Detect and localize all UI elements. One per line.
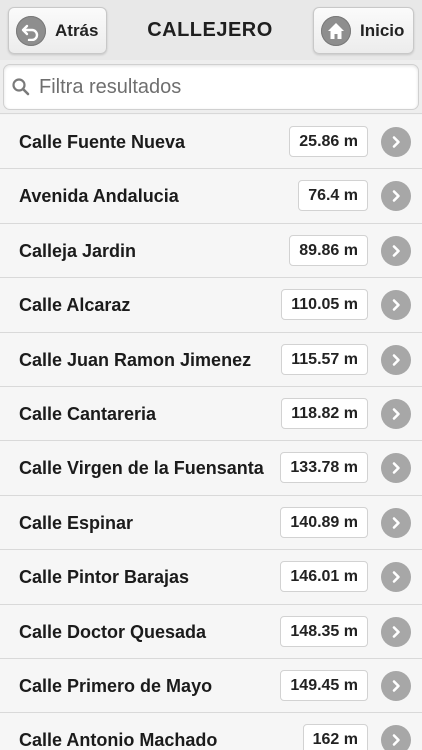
- list-item[interactable]: Calle Pintor Barajas 146.01 m: [0, 550, 422, 605]
- list-item[interactable]: Calle Antonio Machado 162 m: [0, 713, 422, 750]
- street-name: Calle Virgen de la Fuensanta: [19, 458, 264, 479]
- chevron-right-icon[interactable]: [381, 181, 411, 212]
- chevron-right-icon[interactable]: [381, 235, 411, 266]
- back-arrow-icon: [16, 15, 46, 46]
- page-title: CALLEJERO: [147, 19, 273, 41]
- top-bar: Atrás CALLEJERO Inicio: [0, 0, 422, 60]
- list-item[interactable]: Calle Doctor Quesada 148.35 m: [0, 604, 422, 659]
- chevron-right-icon[interactable]: [381, 127, 411, 157]
- home-button[interactable]: Inicio: [313, 7, 414, 54]
- list-item[interactable]: Calle Juan Ramon Jimenez 115.57 m: [0, 332, 422, 387]
- list-item[interactable]: Calle Alcaraz 110.05 m: [0, 278, 422, 333]
- chevron-right-icon[interactable]: [381, 507, 411, 538]
- chevron-right-icon[interactable]: [381, 616, 411, 647]
- list-item[interactable]: Calle Fuente Nueva 25.86 m: [0, 115, 422, 170]
- list-item[interactable]: Calle Espinar 140.89 m: [0, 495, 422, 551]
- street-name: Calle Alcaraz: [19, 295, 131, 316]
- distance-badge: 115.57 m: [281, 343, 368, 375]
- distance-badge: 140.89 m: [280, 506, 368, 538]
- distance-badge: 110.05 m: [281, 289, 368, 321]
- list-item[interactable]: Calle Cantareria 118.82 m: [0, 386, 422, 442]
- distance-badge: 146.01 m: [280, 561, 368, 593]
- distance-badge: 118.82 m: [281, 397, 368, 429]
- distance-badge: 149.45 m: [280, 669, 368, 701]
- search-icon: [11, 77, 31, 97]
- list-item[interactable]: Calleja Jardin 89.86 m: [0, 223, 422, 279]
- search-input[interactable]: [39, 75, 399, 99]
- search-box[interactable]: [3, 64, 419, 110]
- chevron-right-icon[interactable]: [381, 453, 411, 484]
- chevron-right-icon[interactable]: [381, 398, 411, 429]
- street-name: Calleja Jardin: [19, 240, 137, 261]
- distance-badge: 162 m: [302, 724, 368, 750]
- street-name: Calle Juan Ramon Jimenez: [19, 349, 252, 370]
- chevron-right-icon[interactable]: [381, 344, 411, 375]
- distance-badge: 25.86 m: [289, 126, 368, 157]
- street-name: Calle Doctor Quesada: [19, 621, 207, 642]
- back-button-label: Atrás: [55, 20, 99, 40]
- distance-badge: 89.86 m: [289, 234, 368, 266]
- street-name: Calle Antonio Machado: [19, 730, 218, 750]
- list-item[interactable]: Calle Virgen de la Fuensanta 133.78 m: [0, 441, 422, 496]
- distance-badge: 133.78 m: [280, 452, 368, 484]
- list-item[interactable]: Avenida Andalucia 76.4 m: [0, 169, 422, 224]
- distance-badge: 148.35 m: [280, 615, 368, 647]
- street-name: Calle Primero de Mayo: [19, 675, 213, 696]
- street-name: Avenida Andalucia: [19, 186, 179, 207]
- distance-badge: 76.4 m: [298, 180, 368, 212]
- home-button-label: Inicio: [360, 20, 405, 40]
- list-item[interactable]: Calle Primero de Mayo 149.45 m: [0, 658, 422, 714]
- chevron-right-icon[interactable]: [381, 290, 411, 321]
- chevron-right-icon[interactable]: [381, 725, 411, 750]
- home-icon: [321, 15, 351, 46]
- chevron-right-icon[interactable]: [381, 562, 411, 593]
- chevron-right-icon[interactable]: [381, 670, 411, 701]
- search-bar: [0, 60, 422, 114]
- street-name: Calle Pintor Barajas: [19, 567, 190, 588]
- street-name: Calle Espinar: [19, 512, 134, 533]
- street-list: Calle Fuente Nueva 25.86 m Avenida Andaluc…: [0, 115, 422, 750]
- back-button[interactable]: Atrás: [8, 7, 107, 54]
- street-name: Calle Cantareria: [19, 403, 157, 424]
- street-name: Calle Fuente Nueva: [19, 132, 186, 152]
